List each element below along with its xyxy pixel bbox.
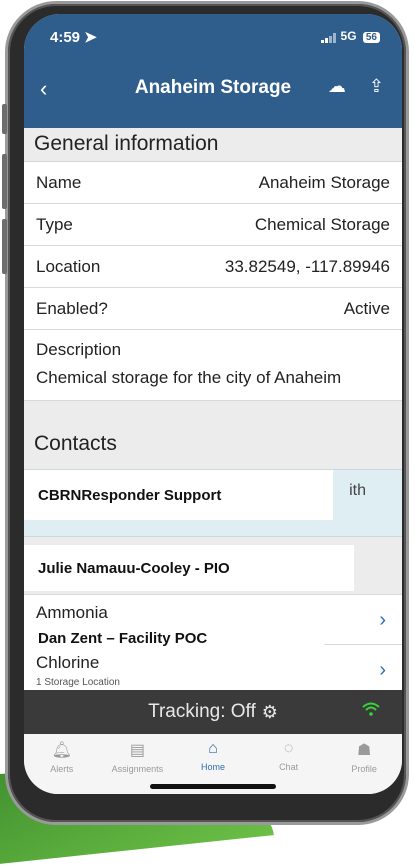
tab-alerts[interactable]: 🔔︎ Alerts: [27, 740, 97, 794]
general-info-list: Name Anaheim Storage Type Chemical Stora…: [24, 161, 402, 401]
info-row-description: Description Chemical storage for the cit…: [24, 330, 402, 401]
info-row-name: Name Anaheim Storage: [24, 162, 402, 204]
tracking-label: Tracking:: [148, 701, 226, 722]
tab-label: Home: [200, 762, 225, 772]
general-info-heading: General information: [34, 132, 219, 155]
tracking-bar[interactable]: Tracking: Off ⚙: [24, 690, 402, 734]
nav-actions: ☁ ⇪: [310, 76, 384, 97]
row-label: Enabled?: [36, 298, 108, 318]
tab-label: Profile: [351, 764, 377, 774]
volume-down-button: [2, 219, 7, 274]
contact-overlay-support: CBRNResponder Support: [24, 470, 333, 520]
upload-icon[interactable]: ⇪: [369, 76, 384, 96]
volume-up-button: [2, 154, 7, 209]
user-icon: ☗: [357, 742, 372, 759]
status-time: 4:59 ➤: [50, 29, 97, 46]
battery-icon: 56: [362, 32, 380, 43]
chemical-name: Chlorine: [36, 653, 100, 672]
status-indicators: 5G 56: [321, 29, 380, 43]
gear-icon[interactable]: ⚙: [262, 702, 278, 723]
contacts-heading: Contacts: [34, 432, 117, 455]
header-bar: 4:59 ➤ 5G 56 ‹ Anaheim Storage ☁ ⇪: [24, 14, 402, 128]
row-value: Chemical storage for the city of Anaheim: [36, 368, 342, 387]
overlay-text: CBRNResponder Support: [38, 486, 222, 504]
clipboard-icon: ▤: [129, 742, 145, 759]
row-value: Anaheim Storage: [258, 172, 390, 192]
contact-text-fragment: ith: [349, 482, 366, 499]
tab-profile[interactable]: ☗ Profile: [329, 740, 399, 794]
row-label: Description: [36, 340, 122, 359]
info-row-location: Location 33.82549, -117.89946: [24, 246, 402, 288]
info-row-type: Type Chemical Storage: [24, 204, 402, 246]
overlay-text: Julie Namauu-Cooley - PIO: [38, 559, 230, 577]
chevron-right-icon: ›: [379, 659, 386, 681]
signal-icon: [321, 32, 337, 43]
cloud-icon[interactable]: ☁: [328, 76, 346, 96]
side-button: [2, 104, 7, 134]
tracking-value: Off: [230, 701, 256, 722]
location-arrow-icon: ➤: [84, 29, 97, 46]
contact-overlay-pio: Julie Namauu-Cooley - PIO: [24, 545, 354, 591]
row-label: Type: [36, 214, 73, 234]
row-value: Chemical Storage: [254, 214, 390, 234]
contact-overlay-facility-poc: Dan Zent – Facility POC: [24, 620, 324, 656]
row-label: Name: [36, 172, 82, 192]
bell-icon: 🔔︎: [51, 742, 72, 759]
info-row-enabled: Enabled? Active: [24, 288, 402, 330]
tab-label: Chat: [279, 762, 299, 772]
wifi-icon: [362, 700, 380, 721]
row-value: 33.82549, -117.89946: [224, 256, 390, 276]
home-indicator: [150, 784, 276, 789]
tab-label: Assignments: [111, 764, 164, 774]
chevron-right-icon: ›: [379, 609, 386, 631]
network-label: 5G: [340, 29, 357, 43]
overlay-text: Dan Zent – Facility POC: [38, 629, 208, 647]
storage-count: 1 Storage Location: [36, 677, 120, 688]
chat-icon: ◌: [283, 740, 294, 757]
row-label: Location: [36, 256, 101, 276]
tab-label: Alerts: [50, 764, 74, 774]
row-value: Active: [343, 298, 390, 318]
app-screen: 4:59 ➤ 5G 56 ‹ Anaheim Storage ☁ ⇪ Gener…: [24, 14, 402, 794]
home-icon: ⌂: [208, 740, 218, 757]
